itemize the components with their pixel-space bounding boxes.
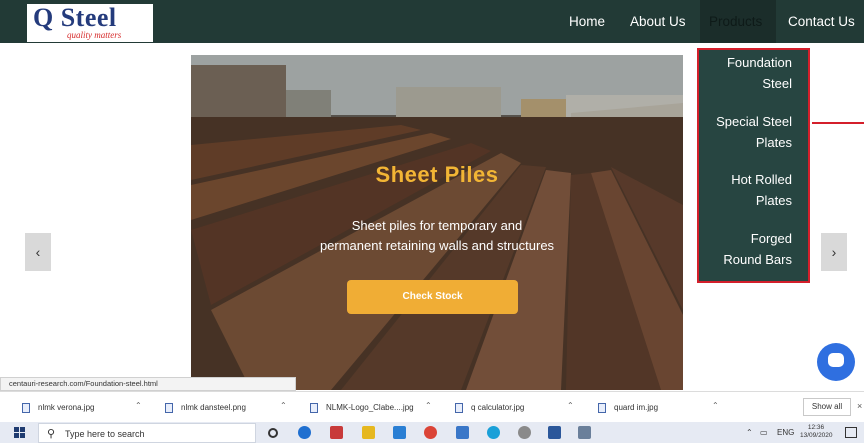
chevron-up-icon[interactable]: ⌃ (135, 401, 142, 410)
download-filename: quard im.jpg (614, 403, 659, 412)
dropdown-item-special-steel-plates[interactable]: Special Steel Plates (716, 111, 792, 153)
dropdown-item-line: Forged (750, 231, 792, 246)
tray-network-icon[interactable]: ▭ (760, 428, 768, 437)
check-stock-button[interactable]: Check Stock (347, 280, 518, 314)
dropdown-item-foundation-steel[interactable]: Foundation Steel (727, 52, 792, 94)
app-icon[interactable] (487, 426, 500, 439)
chevron-up-icon[interactable]: ⌃ (280, 401, 287, 410)
app-icon[interactable] (578, 426, 591, 439)
download-filename: nlmk verona.jpg (38, 403, 95, 412)
hero-subtitle: Sheet piles for temporary and permanent … (191, 216, 683, 256)
nav-about-us[interactable]: About Us (630, 14, 686, 29)
search-icon: ⚲ (47, 428, 56, 440)
dropdown-item-line: Special Steel (716, 114, 792, 129)
clock-date: 13/09/2020 (800, 432, 833, 439)
download-item[interactable]: nlmk verona.jpg (22, 401, 94, 415)
notification-icon[interactable] (845, 427, 857, 438)
cortana-icon[interactable] (268, 428, 278, 438)
store-icon[interactable] (393, 426, 406, 439)
app-icon[interactable] (330, 426, 343, 439)
download-filename: q calculator.jpg (471, 403, 525, 412)
file-icon (455, 402, 463, 413)
dropdown-item-line: Foundation (726, 55, 792, 70)
nav-contact-us[interactable]: Contact Us (788, 14, 855, 29)
chevron-up-icon[interactable]: ⌃ (712, 401, 719, 410)
chat-widget-button[interactable] (817, 343, 855, 381)
dropdown-item-hot-rolled-plates[interactable]: Hot Rolled Plates (731, 169, 792, 211)
nav-products-label: Products (709, 14, 763, 29)
file-explorer-icon[interactable] (362, 426, 375, 439)
dropdown-item-line: Plates (755, 135, 792, 150)
show-all-button[interactable]: Show all (803, 398, 851, 416)
dropdown-item-line: Round Bars (723, 252, 792, 267)
site-logo[interactable]: Q Steel quality matters (27, 3, 153, 42)
hero-subtitle-line-2: permanent retaining walls and structures (319, 238, 555, 253)
close-icon[interactable]: × (857, 401, 862, 411)
taskbar-search-placeholder: Type here to search (65, 429, 145, 439)
nav-home[interactable]: Home (569, 14, 605, 29)
nav-products[interactable]: Products (700, 0, 776, 43)
dropdown-item-line: Hot Rolled (731, 172, 792, 187)
file-icon (310, 402, 318, 413)
file-icon (22, 402, 30, 413)
word-icon[interactable] (548, 426, 561, 439)
annotation-line (812, 122, 864, 124)
carousel-prev-button[interactable]: ‹ (25, 233, 51, 271)
hero-slide: Sheet Piles Sheet piles for temporary an… (191, 55, 683, 390)
site-header: Q Steel quality matters Home About Us Pr… (0, 0, 864, 43)
tray-chevron-icon[interactable]: ⌃ (746, 428, 753, 437)
chrome-icon[interactable] (424, 426, 437, 439)
chat-bubble-icon (828, 353, 844, 367)
download-item[interactable]: q calculator.jpg (455, 401, 524, 415)
download-filename: NLMK-Logo_Clabe....jpg (326, 403, 414, 412)
settings-icon[interactable] (518, 426, 531, 439)
logo-name: Q Steel (33, 3, 117, 32)
chevron-up-icon[interactable]: ⌃ (567, 401, 574, 410)
app-icon[interactable] (456, 426, 469, 439)
windows-start-icon[interactable] (14, 427, 26, 439)
dropdown-item-forged-round-bars[interactable]: Forged Round Bars (723, 228, 792, 270)
carousel-next-button[interactable]: › (821, 233, 847, 271)
status-bar-url: centauri-research.com/Foundation-steel.h… (0, 377, 296, 391)
taskbar-clock[interactable]: 12:36 13/09/2020 (800, 424, 833, 440)
edge-icon[interactable] (298, 426, 311, 439)
chevron-up-icon[interactable]: ⌃ (425, 401, 432, 410)
windows-taskbar: ⚲ Type here to search ⌃ ▭ ENG 12:36 13/0… (0, 422, 864, 443)
download-bar: nlmk verona.jpg ⌃ nlmk dansteel.png ⌃ NL… (0, 391, 864, 421)
taskbar-search-box[interactable]: ⚲ Type here to search (38, 423, 256, 443)
download-item[interactable]: NLMK-Logo_Clabe....jpg (310, 401, 414, 415)
dropdown-item-line: Steel (762, 76, 792, 91)
download-item[interactable]: nlmk dansteel.png (165, 401, 246, 415)
products-dropdown: Foundation Steel Special Steel Plates Ho… (697, 48, 810, 283)
hero-subtitle-line-1: Sheet piles for temporary and (351, 218, 523, 233)
logo-tagline: quality matters (67, 30, 122, 40)
language-indicator[interactable]: ENG (777, 428, 794, 437)
hero-title: Sheet Piles (375, 162, 499, 187)
download-item[interactable]: quard im.jpg (598, 401, 658, 415)
file-icon (165, 402, 173, 413)
download-filename: nlmk dansteel.png (181, 403, 246, 412)
dropdown-item-line: Plates (755, 193, 792, 208)
file-icon (598, 402, 606, 413)
clock-time: 12:36 (807, 424, 825, 431)
